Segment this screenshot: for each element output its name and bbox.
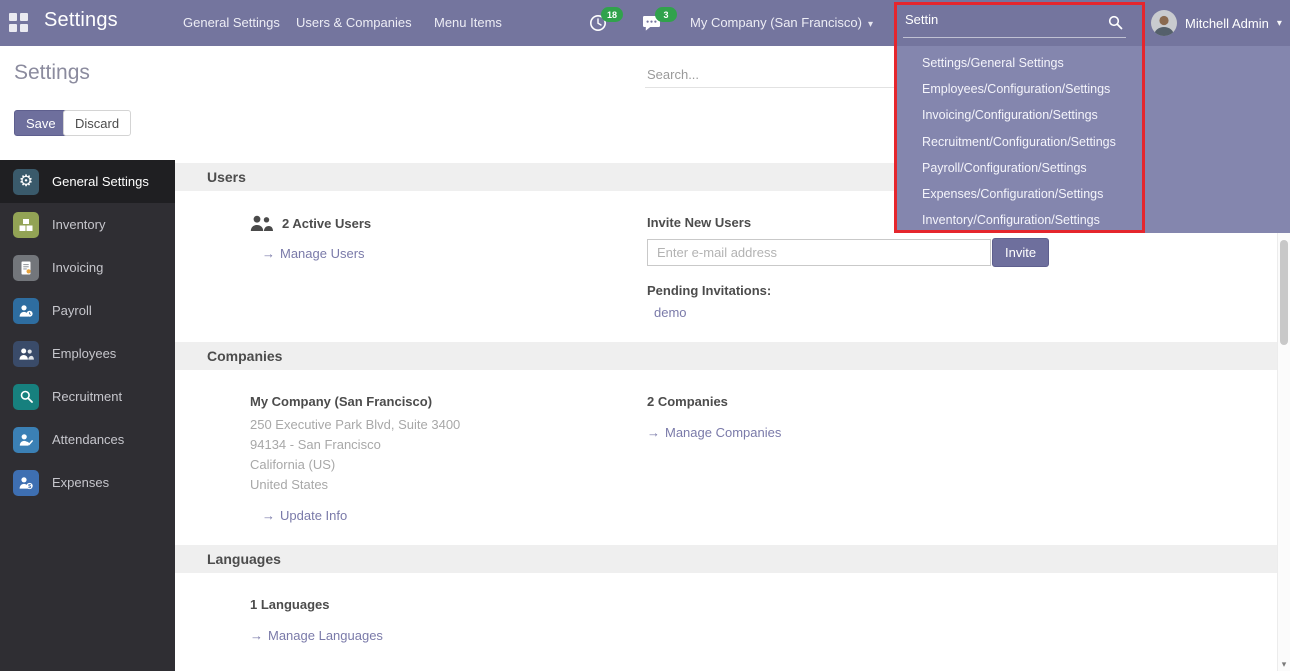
companies-left-column: My Company (San Francisco) 250 Executive… <box>175 394 647 525</box>
messages-count-badge: 3 <box>655 7 677 22</box>
sidebar-item-label: Expenses <box>52 475 109 490</box>
activity-count-badge: 18 <box>601 7 623 22</box>
discard-button[interactable]: Discard <box>63 110 131 136</box>
sidebar-item-label: Invoicing <box>52 260 103 275</box>
manage-users-label: Manage Users <box>280 246 365 261</box>
search-suggestion[interactable]: Inventory/Configuration/Settings <box>897 207 1290 233</box>
boxes-icon <box>13 212 39 238</box>
company-address-line: 250 Executive Park Blvd, Suite 3400 <box>250 415 647 435</box>
apps-grid-icon <box>9 13 31 32</box>
companies-right-column: 2 Companies → Manage Companies <box>647 394 1277 525</box>
scrollbar-thumb[interactable] <box>1280 240 1288 345</box>
sidebar-item-recruitment[interactable]: Recruitment <box>0 375 175 418</box>
sidebar-item-inventory[interactable]: Inventory <box>0 203 175 246</box>
sidebar-item-label: Attendances <box>52 432 124 447</box>
update-info-label: Update Info <box>280 508 347 523</box>
arrow-right-icon: → <box>647 425 660 440</box>
search-suggestion[interactable]: Expenses/Configuration/Settings <box>897 181 1290 207</box>
languages-count: 1 Languages <box>250 597 383 612</box>
search-suggestion[interactable]: Employees/Configuration/Settings <box>897 76 1290 102</box>
search-suggestion[interactable]: Invoicing/Configuration/Settings <box>897 102 1290 128</box>
sidebar-item-label: Recruitment <box>52 389 122 404</box>
pending-invitations-label: Pending Invitations: <box>647 283 1277 298</box>
section-title: Languages <box>207 551 281 567</box>
company-switcher[interactable]: My Company (San Francisco) ▾ <box>690 15 873 30</box>
section-title: Companies <box>207 348 282 364</box>
settings-content: Users 2 Active Users → Manage Users Invi… <box>175 160 1277 671</box>
odoo-settings-screen: Settings General Settings Users & Compan… <box>0 0 1290 671</box>
nav-menu-general-settings[interactable]: General Settings <box>183 15 280 30</box>
companies-section-body: My Company (San Francisco) 250 Executive… <box>175 370 1277 545</box>
sidebar-item-label: General Settings <box>52 174 149 189</box>
invite-button[interactable]: Invite <box>992 238 1049 267</box>
pending-user-link[interactable]: demo <box>654 305 687 320</box>
invite-email-input[interactable] <box>647 239 991 266</box>
sidebar-item-label: Employees <box>52 346 116 361</box>
search-icon[interactable] <box>1108 15 1123 30</box>
section-header-languages: Languages <box>175 545 1277 573</box>
sidebar-item-label: Inventory <box>52 217 105 232</box>
section-header-companies: Companies <box>175 342 1277 370</box>
magnifier-icon <box>13 384 39 410</box>
active-users-count: 2 Active Users <box>282 216 371 231</box>
company-address-line: 94134 - San Francisco <box>250 435 647 455</box>
user-menu[interactable]: Mitchell Admin ▾ <box>1151 10 1282 36</box>
person-dollar-icon: $ <box>13 470 39 496</box>
user-name: Mitchell Admin <box>1185 16 1269 31</box>
sidebar-item-attendances[interactable]: Attendances <box>0 418 175 461</box>
group-users-icon <box>250 215 273 232</box>
company-address-line: California (US) <box>250 455 647 475</box>
search-suggestions-dropdown: Settings/General Settings Employees/Conf… <box>897 46 1290 233</box>
update-info-link[interactable]: → Update Info <box>262 508 347 523</box>
sidebar-item-label: Payroll <box>52 303 92 318</box>
payroll-person-icon <box>13 298 39 324</box>
company-name-label: My Company (San Francisco) <box>250 394 647 409</box>
avatar <box>1151 10 1177 36</box>
scroll-down-arrow-icon[interactable]: ▾ <box>1278 659 1290 670</box>
gear-icon: ⚙ <box>13 169 39 195</box>
apps-menu-button[interactable] <box>9 13 31 33</box>
nav-search-input[interactable] <box>903 8 1126 38</box>
search-suggestion[interactable]: Settings/General Settings <box>897 50 1290 76</box>
nav-menu-users-companies[interactable]: Users & Companies <box>296 15 412 30</box>
nav-search <box>903 8 1126 38</box>
manage-companies-link[interactable]: → Manage Companies <box>647 425 781 440</box>
sidebar-item-payroll[interactable]: Payroll <box>0 289 175 332</box>
arrow-right-icon: → <box>250 628 263 643</box>
search-suggestion[interactable]: Recruitment/Configuration/Settings <box>897 129 1290 155</box>
sidebar-item-general-settings[interactable]: ⚙ General Settings <box>0 160 175 203</box>
section-title: Users <box>207 169 246 185</box>
settings-sidebar: ⚙ General Settings Inventory Invoicing P… <box>0 160 175 671</box>
company-name: My Company (San Francisco) <box>690 15 862 30</box>
invoice-icon <box>13 255 39 281</box>
manage-companies-label: Manage Companies <box>665 425 781 440</box>
companies-count: 2 Companies <box>647 394 1277 409</box>
sidebar-item-invoicing[interactable]: Invoicing <box>0 246 175 289</box>
search-suggestion[interactable]: Payroll/Configuration/Settings <box>897 155 1290 181</box>
nav-app-title[interactable]: Settings <box>44 9 118 32</box>
pending-user-name: demo <box>654 305 687 320</box>
nav-menu-menu-items[interactable]: Menu Items <box>434 15 502 30</box>
manage-users-link[interactable]: → Manage Users <box>262 246 365 261</box>
company-address-line: United States <box>250 475 647 495</box>
chevron-down-icon: ▾ <box>1277 18 1282 29</box>
arrow-right-icon: → <box>262 246 275 261</box>
users-left-column: 2 Active Users → Manage Users <box>175 215 647 322</box>
sidebar-item-employees[interactable]: Employees <box>0 332 175 375</box>
people-icon <box>13 341 39 367</box>
top-navbar: Settings General Settings Users & Compan… <box>0 0 1290 46</box>
settings-search-input[interactable] <box>645 62 899 88</box>
languages-column: 1 Languages → Manage Languages <box>175 597 383 645</box>
arrow-right-icon: → <box>262 508 275 523</box>
save-button[interactable]: Save <box>14 110 68 136</box>
person-check-icon <box>13 427 39 453</box>
manage-languages-label: Manage Languages <box>268 628 383 643</box>
page-title: Settings <box>14 61 90 85</box>
chevron-down-icon: ▾ <box>868 19 873 30</box>
svg-text:$: $ <box>28 484 31 490</box>
manage-languages-link[interactable]: → Manage Languages <box>250 628 383 643</box>
sidebar-item-expenses[interactable]: $ Expenses <box>0 461 175 504</box>
languages-section-body: 1 Languages → Manage Languages <box>175 573 1277 665</box>
